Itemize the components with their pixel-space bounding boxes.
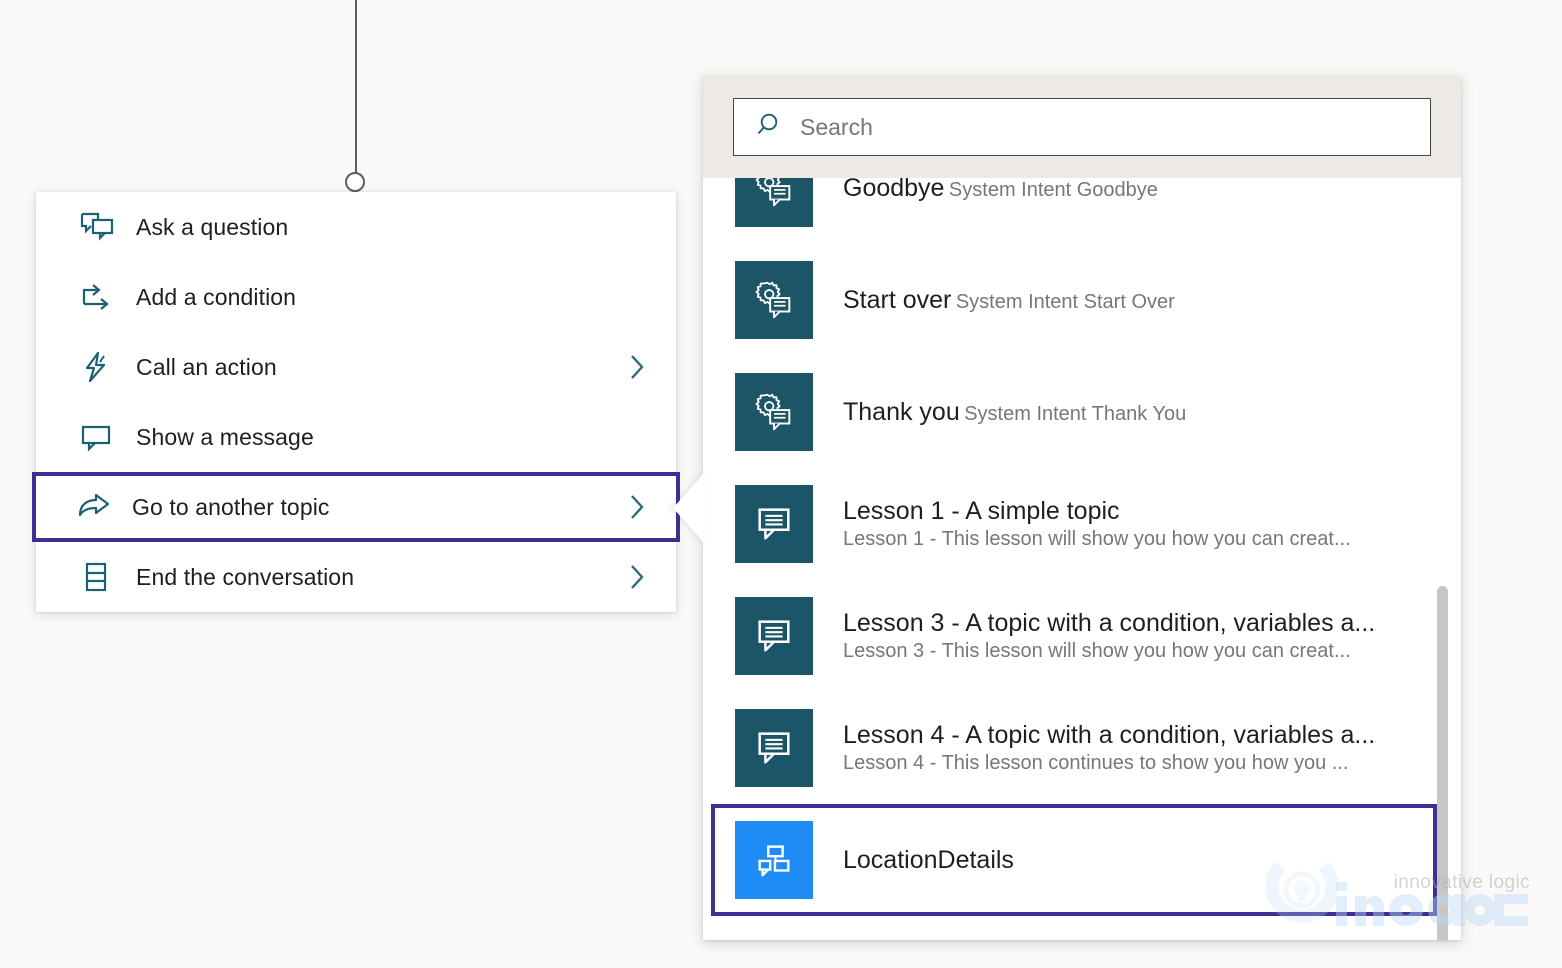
topic-title: LocationDetails — [843, 846, 1014, 874]
topic-subtitle: System Intent Start Over — [956, 291, 1175, 313]
action-item-end-the-conversation[interactable]: End the conversation — [36, 542, 676, 612]
action-item-label: Show a message — [136, 424, 624, 451]
topic-picker-panel: Goodbye System Intent Goodbye Start — [703, 76, 1461, 940]
topic-text: Goodbye System Intent Goodbye — [843, 178, 1461, 203]
action-menu: Ask a question Add a condition Call an a… — [36, 192, 676, 612]
topic-text: Lesson 4 - A topic with a condition, var… — [843, 720, 1461, 777]
action-item-call-an-action[interactable]: Call an action — [36, 332, 676, 402]
topic-icon — [735, 597, 813, 675]
topic-text: Start over System Intent Start Over — [843, 285, 1461, 316]
topic-title: Lesson 3 - A topic with a condition, var… — [843, 609, 1375, 637]
topic-list-item[interactable]: Lesson 3 - A topic with a condition, var… — [703, 580, 1461, 692]
action-item-label: Ask a question — [136, 214, 624, 241]
topic-icon — [735, 485, 813, 563]
topic-list-item[interactable]: Lesson 4 - A topic with a condition, var… — [703, 692, 1461, 804]
search-input[interactable] — [784, 113, 1430, 142]
topic-text: LocationDetails — [843, 845, 1433, 876]
topic-panel-header — [703, 76, 1461, 178]
show-message-icon — [80, 422, 136, 452]
topic-text: Lesson 1 - A simple topic Lesson 1 - Thi… — [843, 496, 1461, 553]
chevron-right-icon[interactable] — [624, 493, 650, 521]
topic-subtitle: Lesson 4 - This lesson continues to show… — [843, 752, 1348, 774]
action-item-label: Go to another topic — [132, 494, 624, 521]
topic-text: Lesson 3 - A topic with a condition, var… — [843, 608, 1461, 665]
action-item-label: Call an action — [136, 354, 624, 381]
topic-text: Thank you System Intent Thank You — [843, 397, 1461, 428]
call-action-icon — [80, 351, 136, 383]
topic-subtitle: System Intent Thank You — [964, 403, 1186, 425]
connector-line — [355, 0, 357, 174]
system-intent-icon — [735, 178, 813, 227]
action-item-add-a-condition[interactable]: Add a condition — [36, 262, 676, 332]
topic-title: Start over — [843, 286, 951, 314]
action-item-label: Add a condition — [136, 284, 624, 311]
chevron-right-icon[interactable] — [624, 563, 650, 591]
chevron-right-icon[interactable] — [624, 353, 650, 381]
topic-list-item[interactable]: Goodbye System Intent Goodbye — [703, 178, 1461, 244]
topic-list-item[interactable]: Thank you System Intent Thank You — [703, 356, 1461, 468]
action-item-ask-a-question[interactable]: Ask a question — [36, 192, 676, 262]
topic-title: Goodbye — [843, 178, 944, 202]
topic-title: Lesson 4 - A topic with a condition, var… — [843, 721, 1375, 749]
action-item-label: End the conversation — [136, 564, 624, 591]
end-conversation-icon — [80, 561, 136, 593]
topic-subtitle: Lesson 1 - This lesson will show you how… — [843, 528, 1351, 550]
custom-topic-icon — [735, 821, 813, 899]
add-condition-icon — [80, 282, 136, 312]
ask-question-icon — [80, 212, 136, 242]
vertical-scrollbar[interactable] — [1409, 256, 1455, 932]
flyout-pointer — [673, 472, 705, 544]
topic-title: Lesson 1 - A simple topic — [843, 497, 1120, 525]
topic-title: Thank you — [843, 398, 960, 426]
search-box[interactable] — [733, 98, 1431, 156]
topic-subtitle: System Intent Goodbye — [949, 179, 1158, 201]
search-icon — [756, 111, 784, 144]
action-item-go-to-another-topic[interactable]: Go to another topic — [32, 472, 680, 542]
topic-list-item[interactable]: Lesson 1 - A simple topic Lesson 1 - Thi… — [703, 468, 1461, 580]
topic-list: Goodbye System Intent Goodbye Start — [703, 178, 1461, 940]
scrollbar-thumb[interactable] — [1437, 586, 1448, 940]
action-item-show-a-message[interactable]: Show a message — [36, 402, 676, 472]
system-intent-icon — [735, 373, 813, 451]
system-intent-icon — [735, 261, 813, 339]
topic-list-item[interactable]: Start over System Intent Start Over — [703, 244, 1461, 356]
topic-subtitle: Lesson 3 - This lesson will show you how… — [843, 640, 1351, 662]
go-to-topic-icon — [76, 492, 132, 522]
connector-node-circle[interactable] — [345, 172, 365, 192]
topic-list-item-locationdetails[interactable]: LocationDetails — [711, 804, 1437, 916]
topic-icon — [735, 709, 813, 787]
